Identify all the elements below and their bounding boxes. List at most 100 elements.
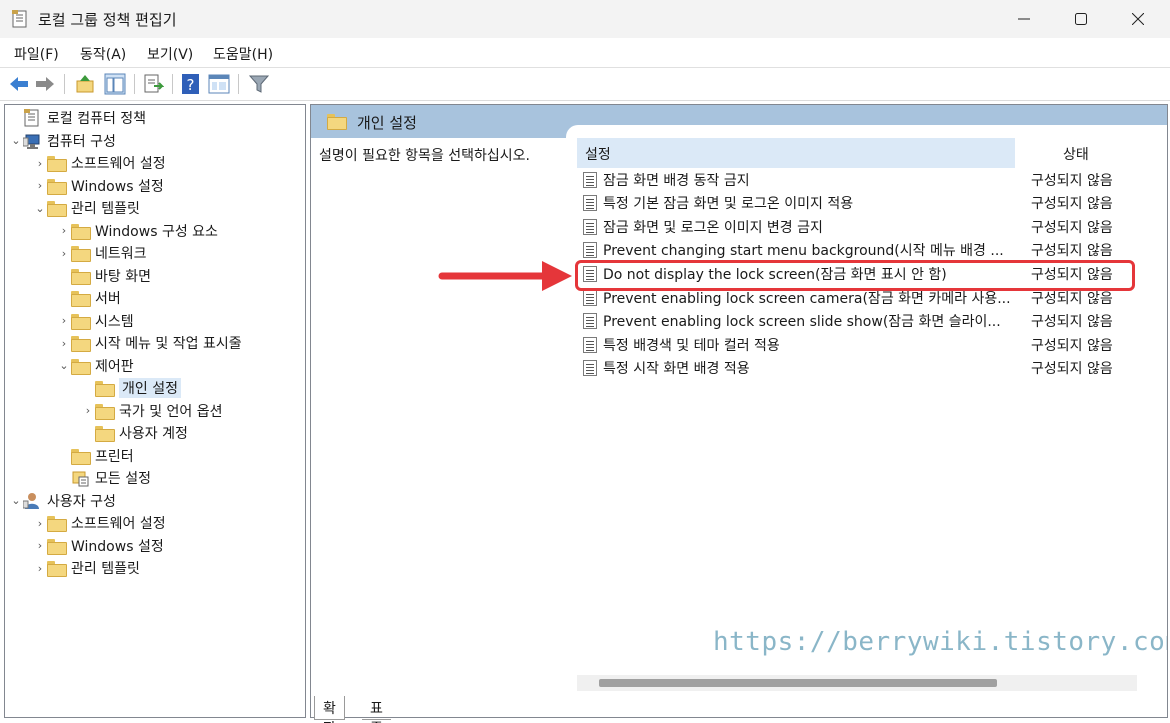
folder-icon bbox=[71, 358, 91, 375]
tree-item[interactable]: ⌄ 제어판 bbox=[57, 355, 134, 377]
export-list-icon[interactable] bbox=[142, 73, 164, 95]
policy-row[interactable]: 특정 배경색 및 테마 컬러 적용 구성되지 않음 bbox=[577, 333, 1137, 356]
chevron-right-icon[interactable]: › bbox=[33, 561, 47, 575]
tree-item-label: 서버 bbox=[95, 291, 121, 307]
title-bar: 로컬 그룹 정책 편집기 bbox=[0, 0, 1170, 38]
folder-icon bbox=[71, 223, 91, 240]
show-hide-tree-icon[interactable] bbox=[104, 73, 126, 95]
chevron-down-icon[interactable]: ⌄ bbox=[33, 201, 47, 215]
minimize-button[interactable] bbox=[996, 0, 1052, 38]
policy-row[interactable]: 특정 기본 잠금 화면 및 로그온 이미지 적용 구성되지 않음 bbox=[577, 192, 1137, 215]
policy-name: 특정 기본 잠금 화면 및 로그온 이미지 적용 bbox=[603, 196, 854, 213]
tree-item-label: 소프트웨어 설정 bbox=[71, 516, 166, 532]
chevron-right-icon[interactable]: › bbox=[33, 539, 47, 553]
tree-item[interactable]: › 관리 템플릿 bbox=[33, 557, 140, 579]
chevron-right-icon[interactable]: › bbox=[33, 516, 47, 530]
policy-setting-icon bbox=[583, 195, 597, 212]
up-folder-icon[interactable] bbox=[74, 73, 96, 95]
policy-setting-icon bbox=[583, 242, 597, 259]
chevron-right-icon[interactable]: › bbox=[57, 224, 71, 238]
tree-item[interactable]: › 국가 및 언어 옵션 bbox=[81, 400, 223, 422]
tab-standard[interactable]: 표준 bbox=[362, 696, 391, 723]
tree-pane[interactable]: 로컬 컴퓨터 정책 ⌄ 컴퓨터 구성 › 소프트웨어 설정 › Windows 설정 ⌄ 관리 … bbox=[4, 104, 306, 718]
chevron-down-icon[interactable]: ⌄ bbox=[9, 134, 23, 148]
back-icon[interactable] bbox=[8, 73, 30, 95]
policy-name: Prevent changing start menu background(시… bbox=[603, 243, 1004, 260]
policy-state: 구성되지 않음 bbox=[1031, 196, 1113, 213]
folder-icon bbox=[71, 291, 91, 307]
tree-item[interactable]: › Windows 설정 bbox=[33, 535, 164, 557]
tree-item[interactable]: › 소프트웨어 설정 bbox=[33, 512, 166, 534]
tree-item-label: 국가 및 언어 옵션 bbox=[119, 403, 223, 420]
horizontal-scrollbar[interactable] bbox=[577, 675, 1137, 691]
close-button[interactable] bbox=[1110, 0, 1166, 38]
policy-row[interactable]: 잠금 화면 및 로그온 이미지 변경 금지 구성되지 않음 bbox=[577, 215, 1137, 238]
folder-icon bbox=[71, 336, 91, 352]
policy-row[interactable]: 잠금 화면 배경 동작 금지 구성되지 않음 bbox=[577, 168, 1137, 191]
tree-item[interactable]: 바탕 화면 bbox=[57, 265, 151, 287]
chevron-right-icon[interactable]: › bbox=[33, 179, 47, 193]
policy-name: 특정 시작 화면 배경 적용 bbox=[603, 361, 750, 378]
policy-name: 잠금 화면 배경 동작 금지 bbox=[603, 172, 750, 189]
tree-item[interactable]: › 시스템 bbox=[57, 310, 134, 332]
tree-item-label: 시스템 bbox=[95, 313, 134, 330]
properties-icon[interactable] bbox=[208, 73, 230, 95]
tree-item[interactable]: › 소프트웨어 설정 bbox=[33, 152, 166, 174]
chevron-down-icon[interactable]: ⌄ bbox=[57, 359, 71, 373]
policy-doc-icon bbox=[24, 109, 39, 127]
tree-item-label: 네트워크 bbox=[95, 246, 147, 262]
chevron-right-icon[interactable]: › bbox=[33, 156, 47, 170]
policy-row[interactable]: Prevent enabling lock screen slide show(… bbox=[577, 310, 1137, 333]
help-icon[interactable]: ? bbox=[180, 73, 202, 95]
tree-item[interactable]: › Windows 구성 요소 bbox=[57, 220, 218, 242]
maximize-icon bbox=[1075, 13, 1087, 25]
tree-item[interactable]: 모든 설정 bbox=[57, 467, 151, 489]
chevron-down-icon[interactable]: ⌄ bbox=[9, 494, 23, 508]
tree-item-label: 모든 설정 bbox=[95, 471, 151, 487]
tree-item[interactable]: ⌄ 컴퓨터 구성 bbox=[9, 130, 115, 152]
chevron-right-icon[interactable]: › bbox=[81, 404, 95, 418]
tree-item[interactable]: › 네트워크 bbox=[57, 242, 147, 264]
folder-icon bbox=[95, 403, 115, 420]
maximize-button[interactable] bbox=[1053, 0, 1109, 38]
tree-item-label: 제어판 bbox=[95, 358, 134, 375]
tree-item[interactable]: › 시작 메뉴 및 작업 표시줄 bbox=[57, 332, 242, 354]
tree-item-label: 개인 설정 bbox=[119, 378, 181, 398]
chevron-right-icon[interactable]: › bbox=[57, 246, 71, 260]
column-header-setting[interactable]: 설정 bbox=[577, 138, 1015, 168]
tree-item[interactable]: 프린터 bbox=[57, 445, 134, 467]
policy-setting-icon bbox=[583, 336, 597, 353]
policy-row[interactable]: Prevent changing start menu background(시… bbox=[577, 239, 1137, 262]
folder-icon bbox=[71, 313, 91, 330]
scrollbar-thumb[interactable] bbox=[599, 679, 997, 687]
tree-item-label: 로컬 컴퓨터 정책 bbox=[47, 111, 147, 127]
menu-help[interactable]: 도움말(H) bbox=[213, 44, 273, 64]
tree-item[interactable]: 서버 bbox=[57, 287, 121, 309]
menu-action[interactable]: 동작(A) bbox=[80, 44, 126, 64]
tree-item-label: Windows 설정 bbox=[71, 178, 164, 195]
filter-icon[interactable] bbox=[248, 73, 270, 95]
chevron-right-icon[interactable]: › bbox=[57, 314, 71, 328]
menu-view[interactable]: 보기(V) bbox=[147, 44, 193, 64]
column-header-state[interactable]: 상태 bbox=[1017, 138, 1141, 168]
tree-item[interactable]: ⌄ 관리 템플릿 bbox=[33, 197, 140, 219]
tree-item[interactable]: 개인 설정 bbox=[81, 377, 181, 399]
tree-item[interactable]: 사용자 계정 bbox=[81, 422, 188, 444]
tree-item-label: Windows 설정 bbox=[71, 538, 164, 555]
tree-item[interactable]: 로컬 컴퓨터 정책 bbox=[9, 107, 146, 129]
tree-item-label: 사용자 계정 bbox=[119, 426, 188, 442]
chevron-right-icon[interactable]: › bbox=[57, 336, 71, 350]
menu-file[interactable]: 파일(F) bbox=[14, 44, 59, 64]
tab-expanded[interactable]: 확장 bbox=[314, 696, 345, 723]
column-header-setting-label: 설정 bbox=[585, 147, 611, 163]
policy-row[interactable]: 특정 시작 화면 배경 적용 구성되지 않음 bbox=[577, 357, 1137, 380]
tree-item[interactable]: › Windows 설정 bbox=[33, 175, 164, 197]
forward-icon[interactable] bbox=[34, 73, 56, 95]
window-title: 로컬 그룹 정책 편집기 bbox=[38, 11, 177, 29]
tree-item[interactable]: ⌄ 사용자 구성 bbox=[9, 490, 116, 512]
policy-state: 구성되지 않음 bbox=[1031, 314, 1113, 331]
